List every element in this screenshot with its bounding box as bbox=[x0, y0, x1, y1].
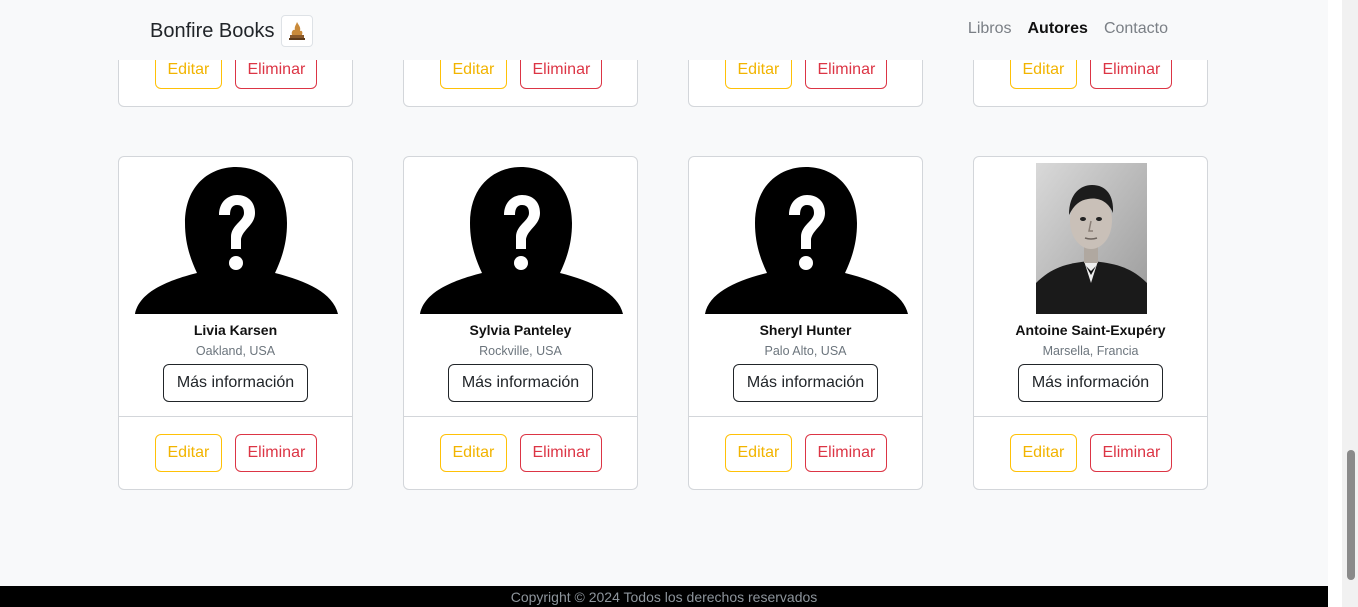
bonfire-logo-icon[interactable] bbox=[280, 15, 313, 47]
author-photo bbox=[135, 163, 338, 314]
author-name: Antoine Saint-Exupéry bbox=[1015, 322, 1166, 338]
brand-name[interactable]: Bonfire Books bbox=[150, 20, 275, 43]
author-photo bbox=[420, 163, 623, 314]
author-portrait-image bbox=[1036, 163, 1147, 314]
nav-autores[interactable]: Autores bbox=[1028, 20, 1088, 38]
author-card: Livia Karsen Oakland, USA Más informació… bbox=[118, 156, 353, 490]
author-name: Sheryl Hunter bbox=[759, 322, 852, 338]
page: Editar Eliminar Editar Eliminar Editar E… bbox=[0, 0, 1328, 607]
author-photo bbox=[705, 163, 908, 314]
card-actions: Editar Eliminar bbox=[119, 416, 352, 489]
more-info-button[interactable]: Más información bbox=[733, 364, 878, 402]
unknown-person-icon bbox=[135, 167, 338, 314]
delete-button[interactable]: Eliminar bbox=[234, 434, 317, 472]
author-location: Oakland, USA bbox=[195, 344, 276, 358]
brand[interactable]: Bonfire Books bbox=[150, 15, 313, 47]
author-name: Livia Karsen bbox=[193, 322, 278, 338]
edit-button[interactable]: Editar bbox=[439, 434, 507, 472]
delete-button[interactable]: Eliminar bbox=[519, 434, 602, 472]
navbar: Bonfire Books Libros Autores Contacto bbox=[0, 0, 1328, 60]
edit-button[interactable]: Editar bbox=[154, 434, 222, 472]
nav-links: Libros Autores Contacto bbox=[968, 20, 1168, 38]
author-location: Palo Alto, USA bbox=[764, 344, 847, 358]
author-card: Antoine Saint-Exupéry Marsella, Francia … bbox=[973, 156, 1208, 490]
author-card: Sheryl Hunter Palo Alto, USA Más informa… bbox=[688, 156, 923, 490]
delete-button[interactable]: Eliminar bbox=[804, 434, 887, 472]
scroll-thumb[interactable] bbox=[1347, 450, 1355, 580]
card-actions: Editar Eliminar bbox=[974, 416, 1207, 489]
unknown-person-icon bbox=[705, 167, 908, 314]
author-location: Marsella, Francia bbox=[1042, 344, 1139, 358]
unknown-person-icon bbox=[420, 167, 623, 314]
more-info-button[interactable]: Más información bbox=[163, 364, 308, 402]
author-location: Rockville, USA bbox=[479, 344, 562, 358]
more-info-button[interactable]: Más información bbox=[448, 364, 593, 402]
scrollbar[interactable] bbox=[1328, 0, 1358, 607]
author-card: Sylvia Panteley Rockville, USA Más infor… bbox=[403, 156, 638, 490]
nav-contacto[interactable]: Contacto bbox=[1104, 20, 1168, 38]
site-footer: Copyright © 2024 Todos los derechos rese… bbox=[0, 586, 1328, 607]
nav-libros[interactable]: Libros bbox=[968, 20, 1012, 38]
card-actions: Editar Eliminar bbox=[689, 416, 922, 489]
edit-button[interactable]: Editar bbox=[724, 434, 792, 472]
more-info-button[interactable]: Más información bbox=[1018, 364, 1163, 402]
author-photo bbox=[990, 163, 1193, 314]
edit-button[interactable]: Editar bbox=[1009, 434, 1077, 472]
delete-button[interactable]: Eliminar bbox=[1089, 434, 1172, 472]
card-actions: Editar Eliminar bbox=[404, 416, 637, 489]
author-name: Sylvia Panteley bbox=[469, 322, 572, 338]
